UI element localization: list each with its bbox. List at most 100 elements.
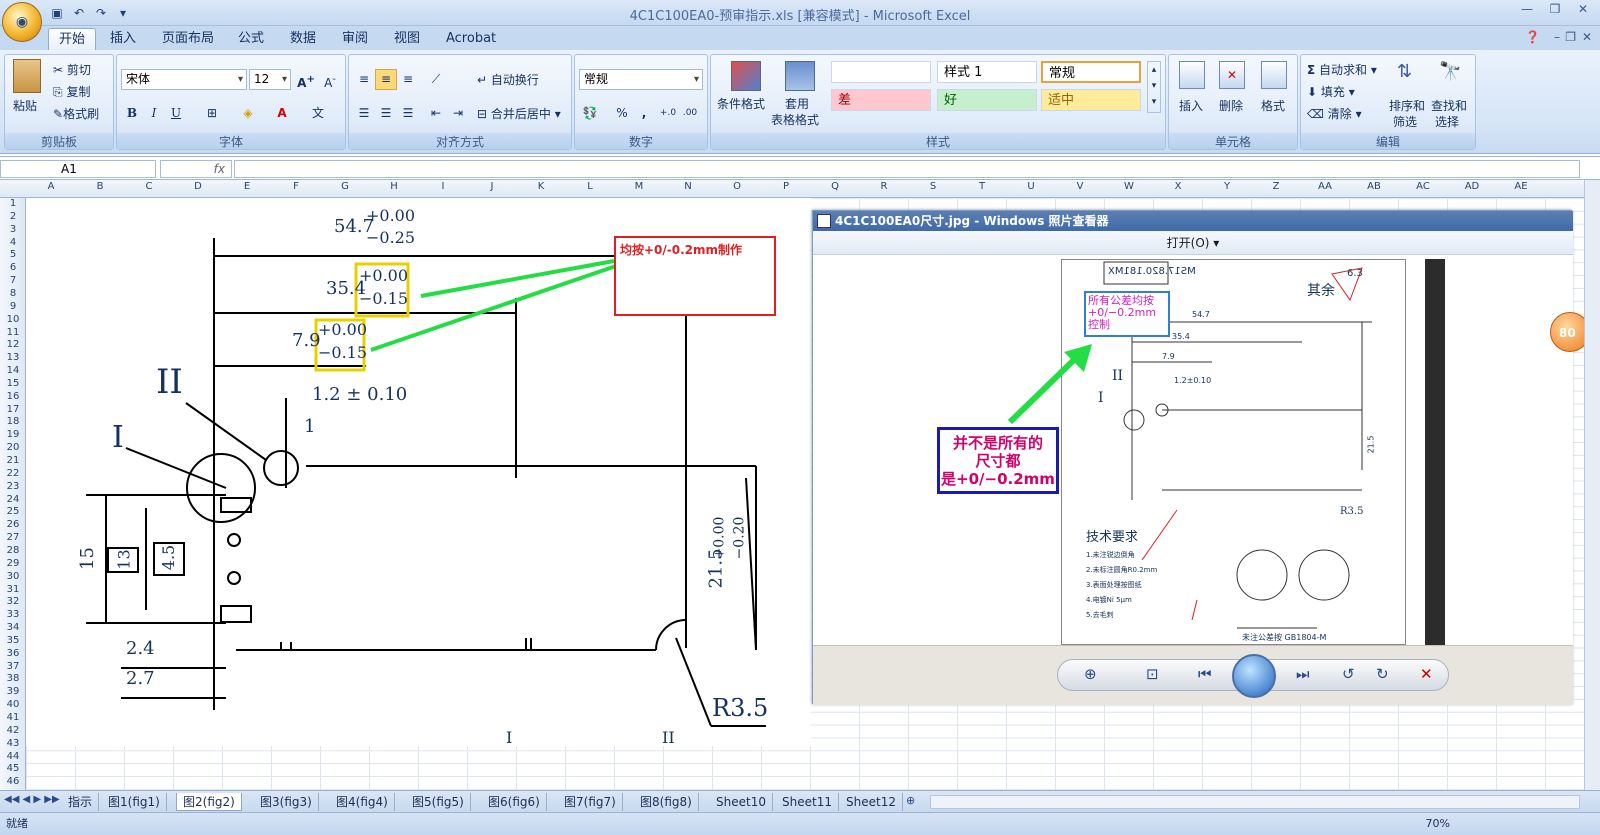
row-header[interactable]: 44: [0, 751, 26, 762]
fx-button[interactable]: fx: [160, 160, 232, 178]
blue-note[interactable]: 并不是所有的 尺寸都 是+0/−0.2mm: [937, 427, 1059, 494]
align-center-icon[interactable]: ☰: [375, 103, 397, 124]
delete-cells-icon[interactable]: ✕: [1219, 61, 1245, 89]
sheet-tab[interactable]: 指示: [62, 793, 100, 811]
row-header[interactable]: 15: [0, 378, 26, 389]
row-header[interactable]: 21: [0, 455, 26, 466]
clear-button[interactable]: ⌫ 清除 ▾: [1307, 105, 1362, 122]
row-header[interactable]: 34: [0, 622, 26, 633]
conditional-format-icon[interactable]: [731, 61, 761, 91]
column-header[interactable]: N: [673, 181, 703, 192]
find-select-button[interactable]: 查找和: [1431, 97, 1467, 114]
column-header[interactable]: K: [526, 181, 556, 192]
sheet-tab[interactable]: 图7(fig7): [558, 793, 623, 811]
align-middle-icon[interactable]: ≡: [375, 69, 397, 90]
table-format-button[interactable]: 套用: [785, 95, 809, 112]
row-header[interactable]: 3: [0, 224, 26, 235]
row-header[interactable]: 4: [0, 237, 26, 248]
sheet-tab[interactable]: 图6(fig6): [482, 793, 547, 811]
previous-icon[interactable]: ⏮: [1198, 665, 1212, 683]
row-header[interactable]: 40: [0, 699, 26, 710]
tab-acrobat[interactable]: Acrobat: [436, 28, 506, 50]
row-header[interactable]: 14: [0, 365, 26, 376]
table-format-icon[interactable]: [785, 61, 815, 91]
fill-button[interactable]: ⬇ 填充 ▾: [1307, 83, 1355, 100]
row-header[interactable]: 33: [0, 609, 26, 620]
row-header[interactable]: 32: [0, 596, 26, 607]
bold-button[interactable]: B: [121, 103, 143, 124]
column-header[interactable]: AE: [1506, 181, 1536, 192]
conditional-format-button[interactable]: 条件格式: [717, 95, 765, 112]
sheet-tab[interactable]: 图8(fig8): [634, 793, 699, 811]
row-header[interactable]: 42: [0, 725, 26, 736]
column-header[interactable]: B: [85, 181, 115, 192]
delete-cells-button[interactable]: 删除: [1219, 97, 1243, 114]
column-header[interactable]: AC: [1408, 181, 1438, 192]
column-header[interactable]: C: [134, 181, 164, 192]
phonetic-icon[interactable]: 文: [307, 103, 329, 124]
next-icon[interactable]: ⏭: [1296, 665, 1310, 683]
ribbon-minimize-icon[interactable]: –: [1554, 30, 1560, 44]
delete-icon[interactable]: ✕: [1420, 665, 1433, 683]
row-header[interactable]: 30: [0, 571, 26, 582]
column-header[interactable]: X: [1163, 181, 1193, 192]
close-icon[interactable]: ✕: [1574, 2, 1592, 16]
cyan-note[interactable]: 所有公差均按+0/−0.2mm控制: [1084, 291, 1170, 337]
viewer-open-menu[interactable]: 打开(O): [1167, 236, 1210, 250]
row-header[interactable]: 39: [0, 686, 26, 697]
column-header[interactable]: I: [428, 181, 458, 192]
style-cell-style1[interactable]: 样式 1: [937, 61, 1037, 83]
row-header[interactable]: 26: [0, 519, 26, 530]
find-select-icon[interactable]: 🔭: [1439, 61, 1463, 87]
row-header[interactable]: 46: [0, 776, 26, 787]
row-header[interactable]: 28: [0, 545, 26, 556]
red-note[interactable]: 均按+0/-0.2mm制作: [614, 236, 776, 316]
paste-button[interactable]: 粘贴: [13, 97, 37, 114]
vertical-scrollbar[interactable]: [1584, 180, 1600, 790]
column-header[interactable]: M: [624, 181, 654, 192]
sheet-tab[interactable]: 图4(fig4): [330, 793, 395, 811]
column-header[interactable]: A: [36, 181, 66, 192]
currency-icon[interactable]: 💱: [579, 103, 601, 124]
tab-formulas[interactable]: 公式: [228, 28, 274, 50]
insert-cells-button[interactable]: 插入: [1179, 97, 1203, 114]
font-color-icon[interactable]: A: [271, 103, 293, 124]
sheet-tab[interactable]: 图5(fig5): [406, 793, 471, 811]
sheet-nav-icon[interactable]: ◀◀ ◀ ▶ ▶▶: [4, 794, 60, 805]
row-header[interactable]: 37: [0, 661, 26, 672]
tab-page-layout[interactable]: 页面布局: [152, 28, 224, 50]
number-format-combo[interactable]: 常规: [579, 69, 703, 90]
shrink-font-button[interactable]: A-: [319, 69, 341, 90]
row-header[interactable]: 10: [0, 314, 26, 325]
column-header[interactable]: V: [1065, 181, 1095, 192]
format-cells-icon[interactable]: [1261, 61, 1287, 89]
row-header[interactable]: 11: [0, 327, 26, 338]
actual-size-icon[interactable]: ⊡: [1146, 665, 1159, 683]
column-header[interactable]: U: [1016, 181, 1046, 192]
decrease-indent-icon[interactable]: ⇤: [425, 103, 447, 124]
column-header[interactable]: P: [771, 181, 801, 192]
autosum-button[interactable]: Σ 自动求和 ▾: [1307, 61, 1377, 78]
row-header[interactable]: 9: [0, 301, 26, 312]
column-header[interactable]: L: [575, 181, 605, 192]
row-header[interactable]: 19: [0, 429, 26, 440]
column-header[interactable]: AB: [1359, 181, 1389, 192]
column-header[interactable]: J: [477, 181, 507, 192]
row-header[interactable]: 22: [0, 468, 26, 479]
sheet-tab[interactable]: 图1(fig1): [102, 793, 167, 811]
row-header[interactable]: 2: [0, 211, 26, 222]
photo-viewer-window[interactable]: 4C1C100EA0尺寸.jpg - Windows 照片查看器 打开(O) ▾: [812, 210, 1573, 705]
row-header[interactable]: 17: [0, 404, 26, 415]
sheet-tab[interactable]: Sheet10: [710, 793, 773, 811]
format-painter-button[interactable]: ✎格式刷: [53, 105, 99, 122]
insert-cells-icon[interactable]: [1179, 61, 1205, 89]
increase-indent-icon[interactable]: ⇥: [447, 103, 469, 124]
percent-button[interactable]: %: [611, 103, 633, 124]
sheet-tab[interactable]: Sheet11: [776, 793, 839, 811]
row-header[interactable]: 1: [0, 198, 26, 209]
style-cell-blank[interactable]: [831, 61, 931, 83]
row-header[interactable]: 18: [0, 416, 26, 427]
column-header[interactable]: Z: [1261, 181, 1291, 192]
row-header[interactable]: 41: [0, 712, 26, 723]
row-header[interactable]: 36: [0, 648, 26, 659]
